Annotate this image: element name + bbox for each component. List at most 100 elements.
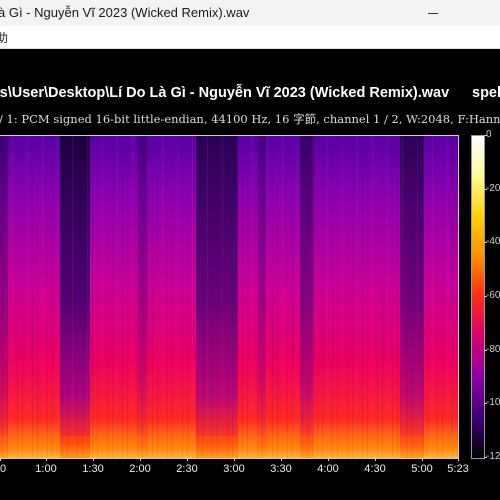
- x-tick-label: 2:00: [129, 463, 151, 475]
- striation: [207, 136, 208, 458]
- striation: [77, 136, 78, 458]
- x-tick: [281, 457, 282, 461]
- x-tick-label: 5:00: [411, 463, 433, 475]
- striation: [212, 136, 213, 458]
- menubar: 助: [0, 26, 500, 49]
- striation: [147, 136, 148, 458]
- striation: [227, 136, 228, 458]
- colorbar-label: -60: [486, 290, 500, 301]
- striation: [322, 136, 323, 458]
- file-path: rs\User\Desktop\Lí Do Là Gì - Nguyễn Vĩ …: [0, 85, 450, 101]
- menu-help[interactable]: 助: [0, 29, 8, 46]
- striation: [97, 136, 98, 458]
- striation: [192, 136, 193, 458]
- striation: [107, 136, 108, 458]
- striation: [87, 136, 88, 458]
- striation: [132, 136, 133, 458]
- striation: [217, 136, 218, 458]
- striation: [142, 136, 143, 458]
- striation: [377, 136, 378, 458]
- striation: [202, 136, 203, 458]
- minimize-button[interactable]: [410, 0, 456, 26]
- audio-info: / 1: PCM signed 16-bit little-endian, 44…: [0, 112, 500, 126]
- striation: [152, 136, 153, 458]
- striation: [447, 136, 448, 458]
- striation: [197, 136, 198, 458]
- striation: [172, 136, 173, 458]
- striation: [237, 136, 238, 458]
- striation: [267, 136, 268, 458]
- spectrogram: [0, 135, 459, 459]
- x-tick-label: 4:30: [364, 463, 386, 475]
- striation: [327, 136, 328, 458]
- app-name: spek: [472, 85, 500, 101]
- striation: [167, 136, 168, 458]
- striation: [432, 136, 433, 458]
- striation: [427, 136, 428, 458]
- striation: [7, 136, 8, 458]
- x-tick: [46, 457, 47, 461]
- striation: [102, 136, 103, 458]
- striation: [12, 136, 13, 458]
- striation: [292, 136, 293, 458]
- colorbar-label: -20: [486, 182, 500, 194]
- striation: [122, 136, 123, 458]
- x-tick: [458, 457, 459, 461]
- striation: [22, 136, 23, 458]
- striation: [387, 136, 388, 458]
- striation: [182, 136, 183, 458]
- striation: [57, 136, 58, 458]
- striation: [162, 136, 163, 458]
- x-tick-label: 1:30: [82, 463, 104, 475]
- striation: [402, 136, 403, 458]
- striation: [372, 136, 373, 458]
- x-tick-label: 3:30: [270, 463, 292, 475]
- colorbar-label: 0: [486, 129, 492, 140]
- x-tick: [93, 457, 94, 461]
- dark-band: [0, 136, 8, 458]
- striation: [277, 136, 278, 458]
- colorbar-label: -100: [486, 397, 500, 409]
- x-tick: [140, 457, 141, 461]
- striation: [137, 136, 138, 458]
- striation: [247, 136, 248, 458]
- x-tick-label: 30: [0, 463, 7, 475]
- colorbar-label: -120: [486, 451, 500, 462]
- striation: [332, 136, 333, 458]
- striation: [302, 136, 303, 458]
- striation: [392, 136, 393, 458]
- striation: [32, 136, 33, 458]
- striation: [112, 136, 113, 458]
- x-tick-label: 4:00: [317, 463, 339, 475]
- striation: [52, 136, 53, 458]
- striation: [362, 136, 363, 458]
- striation: [187, 136, 188, 458]
- x-tick-label: 2:30: [176, 463, 198, 475]
- striation: [222, 136, 223, 458]
- striation: [272, 136, 273, 458]
- striation: [62, 136, 63, 458]
- striation: [397, 136, 398, 458]
- x-tick-label: 3:00: [223, 463, 245, 475]
- x-tick: [328, 457, 329, 461]
- striation: [337, 136, 338, 458]
- striation: [117, 136, 118, 458]
- striation: [342, 136, 343, 458]
- striation: [412, 136, 413, 458]
- striation: [262, 136, 263, 458]
- spectrogram-svg: [0, 136, 458, 458]
- striation: [437, 136, 438, 458]
- window-titlebar: à Gì - Nguyễn Vĩ 2023 (Wicked Remix).wav: [0, 0, 500, 26]
- striation: [127, 136, 128, 458]
- colorbar: [471, 135, 485, 459]
- striation: [452, 136, 453, 458]
- striation: [27, 136, 28, 458]
- striation: [382, 136, 383, 458]
- spek-canvas: rs\User\Desktop\Lí Do Là Gì - Nguyễn Vĩ …: [0, 49, 500, 500]
- striation: [42, 136, 43, 458]
- striation: [442, 136, 443, 458]
- striation: [357, 136, 358, 458]
- striation: [17, 136, 18, 458]
- striation: [422, 136, 423, 458]
- striation: [317, 136, 318, 458]
